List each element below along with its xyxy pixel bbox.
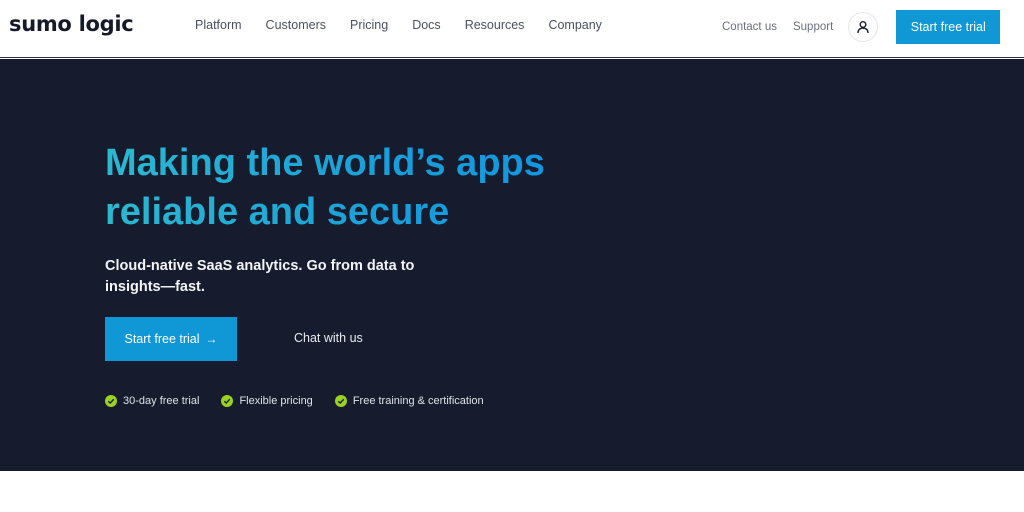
user-icon bbox=[857, 20, 869, 33]
hero-start-free-trial-button[interactable]: Start free trial → bbox=[105, 317, 237, 361]
cta-label: Start free trial bbox=[124, 332, 200, 346]
headline-line-2: reliable and secure bbox=[105, 191, 450, 233]
feature-item: Free training & certification bbox=[334, 395, 484, 407]
chat-with-us-button[interactable]: Chat with us bbox=[294, 331, 363, 345]
nav-pricing[interactable]: Pricing bbox=[350, 18, 388, 32]
nav-platform[interactable]: Platform bbox=[195, 18, 242, 32]
support-link[interactable]: Support bbox=[793, 21, 833, 33]
account-button[interactable] bbox=[848, 11, 879, 42]
feature-item: 30-day free trial bbox=[105, 395, 199, 407]
check-circle-icon bbox=[105, 395, 117, 407]
check-circle-icon bbox=[221, 395, 234, 407]
check-circle-icon bbox=[334, 395, 347, 407]
feature-label: Flexible pricing bbox=[239, 395, 313, 407]
feature-item: Flexible pricing bbox=[221, 395, 313, 407]
hero-headline: Making the world’s apps reliable and sec… bbox=[105, 139, 545, 237]
feature-label: 30-day free trial bbox=[123, 395, 200, 407]
arrow-right-icon: → bbox=[205, 332, 218, 346]
feature-label: Free training & certification bbox=[352, 395, 484, 407]
nav-docs[interactable]: Docs bbox=[412, 18, 440, 32]
nav-utility: Contact us Support Start free trial bbox=[722, 9, 1001, 44]
nav-customers[interactable]: Customers bbox=[266, 18, 326, 32]
contact-us-link[interactable]: Contact us bbox=[722, 21, 777, 33]
headline-line-1: Making the world’s apps bbox=[105, 142, 545, 184]
hero-subheading: Cloud-native SaaS analytics. Go from dat… bbox=[105, 258, 415, 295]
nav-resources[interactable]: Resources bbox=[465, 18, 525, 32]
top-navigation: sumo logic Platform Customers Pricing Do… bbox=[0, 0, 1024, 58]
main-nav: Platform Customers Pricing Docs Resource… bbox=[195, 18, 626, 32]
header-start-free-trial-button[interactable]: Start free trial bbox=[896, 9, 1001, 44]
hero-section: Making the world’s apps reliable and sec… bbox=[0, 59, 1024, 471]
nav-company[interactable]: Company bbox=[548, 18, 602, 32]
feature-list: 30-day free trial Flexible pricing Free … bbox=[105, 395, 506, 407]
sumo-logic-logo[interactable]: sumo logic bbox=[9, 12, 134, 36]
